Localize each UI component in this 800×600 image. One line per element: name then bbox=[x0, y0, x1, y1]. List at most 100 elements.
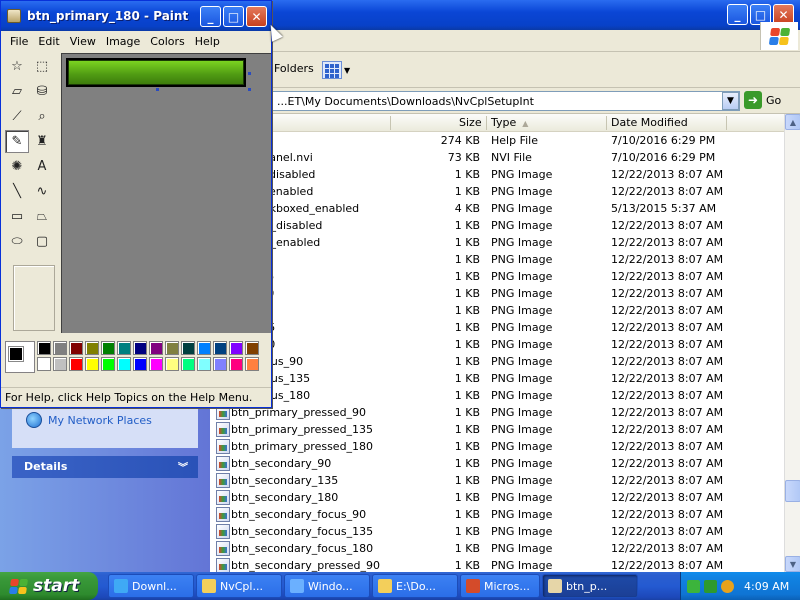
menu-colors[interactable]: Colors bbox=[145, 35, 189, 48]
color-swatch[interactable] bbox=[101, 341, 115, 355]
vertical-scrollbar[interactable]: ▲ ▼ bbox=[784, 114, 800, 572]
file-row[interactable]: necked_enabled 1 KB PNG Image 12/22/2013 8:… bbox=[210, 234, 784, 251]
ellipse-tool-icon[interactable]: ⬭ bbox=[5, 230, 29, 253]
taskbar-button[interactable]: E:\Do... bbox=[372, 574, 458, 598]
color-swatch[interactable] bbox=[229, 341, 243, 355]
resize-handle[interactable] bbox=[248, 88, 251, 91]
scroll-up-button[interactable]: ▲ bbox=[785, 114, 800, 130]
menu-view[interactable]: View bbox=[65, 35, 101, 48]
color-swatch[interactable] bbox=[85, 357, 99, 371]
start-button[interactable]: start bbox=[0, 572, 98, 600]
color-swatch[interactable] bbox=[101, 357, 115, 371]
file-row[interactable]: btn_primary_pressed_135 1 KB PNG Image 12/2… bbox=[210, 421, 784, 438]
file-row[interactable]: ble_901 KBPNG Image12/22/2013 8:07 AM bbox=[210, 251, 784, 268]
file-row[interactable]: btn_primary_pressed_90 1 KB PNG Image 12/22… bbox=[210, 404, 784, 421]
file-row[interactable]: ialcheckboxed_enabled 4 KB PNG Image 5/13/2… bbox=[210, 200, 784, 217]
file-row[interactable]: btn_secondary_focus_180 1 KB PNG Image 12/2… bbox=[210, 540, 784, 557]
paint-app-icon[interactable] bbox=[7, 9, 21, 23]
taskbar-button[interactable]: NvCpl... bbox=[196, 574, 282, 598]
file-row[interactable]: ary_focus_1801 KBPNG Image12/22/2013 8:0… bbox=[210, 387, 784, 404]
color-swatch[interactable] bbox=[181, 341, 195, 355]
resize-handle[interactable] bbox=[156, 88, 159, 91]
column-header-date-modified[interactable]: Date Modified bbox=[611, 116, 688, 129]
scroll-down-button[interactable]: ▼ bbox=[785, 556, 800, 572]
views-button[interactable]: ▼ bbox=[322, 59, 358, 81]
folders-button[interactable]: Folders bbox=[274, 62, 314, 75]
chevron-down-icon[interactable]: ︾ bbox=[178, 459, 188, 474]
text-tool-icon[interactable]: A bbox=[30, 155, 54, 178]
canvas-area[interactable] bbox=[61, 53, 271, 333]
color-swatch[interactable] bbox=[213, 357, 227, 371]
rounded-rect-tool-icon[interactable]: ▢ bbox=[30, 230, 54, 253]
file-row[interactable]: ecked_disabled 1 KB PNG Image 12/22/2013 8:… bbox=[210, 166, 784, 183]
file-row[interactable]: btn_secondary_180 1 KB PNG Image 12/22/2013… bbox=[210, 489, 784, 506]
pencil-tool-icon[interactable]: ✎ bbox=[5, 130, 29, 153]
color-swatch[interactable] bbox=[37, 357, 51, 371]
menu-help[interactable]: Help bbox=[190, 35, 225, 48]
curve-tool-icon[interactable]: ∿ bbox=[30, 180, 54, 203]
file-row[interactable]: ary_focus_901 KBPNG Image12/22/2013 8:07… bbox=[210, 353, 784, 370]
color-swatch[interactable] bbox=[197, 357, 211, 371]
color-swatch[interactable] bbox=[181, 357, 195, 371]
color-swatch[interactable] bbox=[37, 341, 51, 355]
safely-remove-tray-icon[interactable] bbox=[704, 579, 717, 593]
color-swatch[interactable] bbox=[197, 341, 211, 355]
file-row[interactable]: btn_secondary_focus_90 1 KB PNG Image 12/22… bbox=[210, 506, 784, 523]
file-row[interactable]: ary_1351 KBPNG Image12/22/2013 8:07 AM bbox=[210, 319, 784, 336]
file-row[interactable]: 274 KB Help File 7/10/2016 6:29 PM bbox=[210, 132, 784, 149]
search-tray-icon[interactable] bbox=[721, 579, 734, 593]
color-swatch[interactable] bbox=[117, 357, 131, 371]
file-row[interactable]: btn_secondary_90 1 KB PNG Image 12/22/2013 … bbox=[210, 455, 784, 472]
scroll-thumb[interactable] bbox=[785, 480, 800, 502]
go-button[interactable]: ➜ Go bbox=[744, 91, 781, 109]
eraser-tool-icon[interactable]: ▱ bbox=[5, 80, 29, 103]
file-row[interactable]: btn_secondary_focus_135 1 KB PNG Image 12/2… bbox=[210, 523, 784, 540]
color-swatch[interactable] bbox=[165, 341, 179, 355]
taskbar-button[interactable]: Windo... bbox=[284, 574, 370, 598]
color-swatch[interactable] bbox=[149, 357, 163, 371]
color-swatch[interactable] bbox=[69, 357, 83, 371]
taskbar-button[interactable]: btn_p... bbox=[542, 574, 638, 598]
pick-color-tool-icon[interactable]: ⟋ bbox=[5, 105, 29, 128]
column-header-type[interactable]: Type ▲ bbox=[491, 116, 528, 129]
color-swatch[interactable] bbox=[245, 341, 259, 355]
rect-select-tool-icon[interactable]: ⬚ bbox=[30, 55, 54, 78]
file-row[interactable]: ble_1351 KBPNG Image12/22/2013 8:07 AM bbox=[210, 268, 784, 285]
magnifier-tool-icon[interactable]: ⌕ bbox=[30, 105, 54, 128]
menu-image[interactable]: Image bbox=[101, 35, 145, 48]
network-tray-icon[interactable] bbox=[687, 579, 700, 593]
paint-close-button[interactable]: ✕ bbox=[246, 6, 267, 27]
bitmap-image[interactable] bbox=[66, 58, 246, 87]
brush-tool-icon[interactable]: ♜ bbox=[30, 130, 54, 153]
airbrush-tool-icon[interactable]: ✺ bbox=[5, 155, 29, 178]
column-header-size[interactable]: Size bbox=[459, 116, 482, 129]
color-swatch[interactable] bbox=[85, 341, 99, 355]
file-row[interactable]: ary_901 KBPNG Image12/22/2013 8:07 AM bbox=[210, 302, 784, 319]
minimize-button[interactable]: _ bbox=[727, 4, 748, 25]
address-dropdown-button[interactable]: ▼ bbox=[722, 92, 739, 110]
resize-handle[interactable] bbox=[248, 72, 251, 75]
color-swatch[interactable] bbox=[69, 341, 83, 355]
color-swatch[interactable] bbox=[149, 341, 163, 355]
fill-tool-icon[interactable]: ⛁ bbox=[30, 80, 54, 103]
file-row[interactable]: ble_1801 KBPNG Image12/22/2013 8:07 AM bbox=[210, 285, 784, 302]
line-tool-icon[interactable]: ╲ bbox=[5, 180, 29, 203]
free-select-tool-icon[interactable]: ☆ bbox=[5, 55, 29, 78]
paint-titlebar[interactable]: btn_primary_180 - Paint _ □ ✕ bbox=[1, 1, 271, 31]
file-row[interactable]: ary_1801 KBPNG Image12/22/2013 8:07 AM bbox=[210, 336, 784, 353]
tool-options-box[interactable] bbox=[13, 265, 55, 331]
color-swatch[interactable] bbox=[133, 341, 147, 355]
paint-maximize-button[interactable]: □ bbox=[223, 6, 244, 27]
file-row[interactable]: ecked_enabled 1 KB PNG Image 12/22/2013 8:0… bbox=[210, 183, 784, 200]
taskbar-button[interactable]: Downl... bbox=[108, 574, 194, 598]
current-colors[interactable] bbox=[5, 341, 35, 373]
color-swatch[interactable] bbox=[229, 357, 243, 371]
color-swatch[interactable] bbox=[165, 357, 179, 371]
color-swatch[interactable] bbox=[133, 357, 147, 371]
color-swatch[interactable] bbox=[53, 341, 67, 355]
address-input[interactable]: ...ET\My Documents\Downloads\NvCplSetupI… bbox=[272, 91, 740, 111]
paint-minimize-button[interactable]: _ bbox=[200, 6, 221, 27]
file-row[interactable]: btn_secondary_135 1 KB PNG Image 12/22/2013… bbox=[210, 472, 784, 489]
my-network-places-link[interactable]: My Network Places bbox=[26, 412, 152, 428]
details-panel-header[interactable]: Details ︾ bbox=[12, 456, 198, 478]
